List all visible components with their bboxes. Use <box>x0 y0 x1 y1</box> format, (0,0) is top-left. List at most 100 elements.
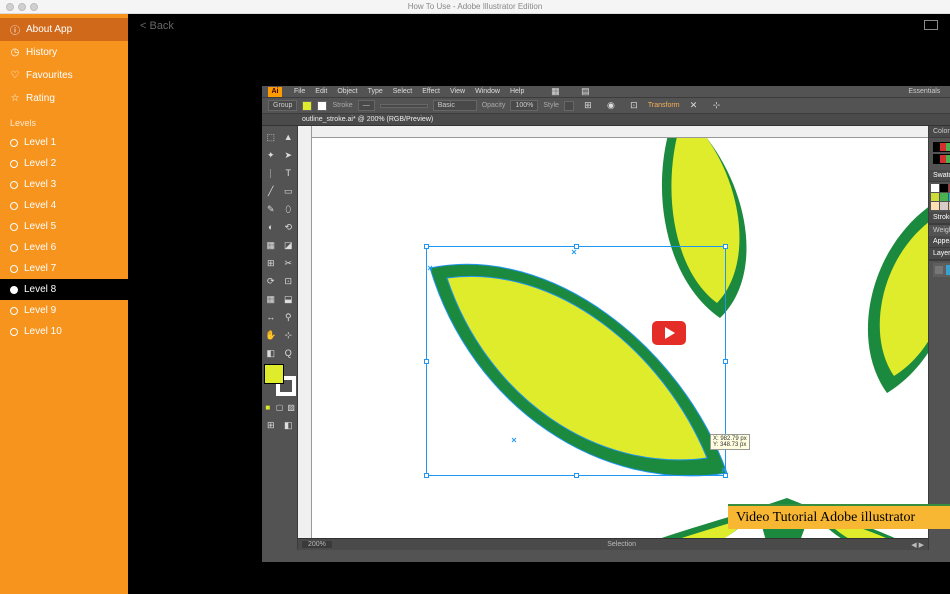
screen-mode-icon[interactable]: ⊞ <box>262 416 280 434</box>
scroll-arrows[interactable]: ◀ ▶ <box>911 541 924 549</box>
nav-rating[interactable]: ☆Rating <box>0 87 128 110</box>
tool-icon[interactable]: ◧ <box>262 344 280 362</box>
fullscreen-icon[interactable] <box>924 20 938 30</box>
nav-about-app[interactable]: ⓘAbout App <box>0 18 128 41</box>
recolor-icon[interactable]: ◉ <box>602 97 620 115</box>
panel-tab-stroke[interactable]: Stroke <box>933 214 950 221</box>
ruler-vertical <box>298 126 312 538</box>
canvas-area[interactable]: X: 982.79 px Y: 348.73 px 200% Selection… <box>298 126 928 550</box>
workspace-switcher[interactable]: Essentials <box>908 88 940 95</box>
swatch[interactable] <box>940 193 948 201</box>
swatches-grid[interactable] <box>929 182 950 212</box>
tool-icon[interactable]: ⟳ <box>262 272 280 290</box>
tool-icon[interactable]: ✦ <box>262 146 280 164</box>
panel-tab-appearance[interactable]: Appearance <box>933 238 950 245</box>
level-9[interactable]: Level 9 <box>0 300 128 321</box>
level-4[interactable]: Level 4 <box>0 195 128 216</box>
artboard[interactable]: X: 982.79 px Y: 348.73 px <box>312 138 928 538</box>
align-icon[interactable]: ⊞ <box>579 97 597 115</box>
menu-edit[interactable]: Edit <box>315 88 327 95</box>
tool-icon[interactable]: ✎ <box>262 200 280 218</box>
back-button[interactable]: < Back <box>140 20 174 32</box>
tool-icon[interactable]: ◐ <box>262 218 280 236</box>
tool-icon[interactable]: ✋ <box>262 326 280 344</box>
maximize-dot[interactable] <box>30 3 38 11</box>
level-8[interactable]: Level 8 <box>0 279 128 300</box>
menu-object[interactable]: Object <box>337 88 357 95</box>
swatch[interactable] <box>940 184 948 192</box>
selection-mode[interactable]: Group <box>268 100 297 111</box>
selection-box[interactable] <box>426 246 726 476</box>
layer-row[interactable]: Layer 1 <box>933 263 950 277</box>
level-10[interactable]: Level 10 <box>0 321 128 342</box>
tool-icon[interactable]: ⊹ <box>280 326 298 344</box>
brush-def-dd[interactable] <box>380 104 428 108</box>
tool-icon[interactable]: ✂ <box>280 254 298 272</box>
menu-help[interactable]: Help <box>510 88 524 95</box>
tool-icon[interactable]: ◪ <box>280 236 298 254</box>
panel-tab-swatches[interactable]: Swatches <box>933 172 950 179</box>
level-5[interactable]: Level 5 <box>0 216 128 237</box>
zoom-level[interactable]: 200% <box>302 541 332 548</box>
tool-icon[interactable]: ↔ <box>262 308 280 326</box>
stroke-weight-dd[interactable]: — <box>358 100 375 111</box>
stroke-swatch[interactable] <box>317 101 327 111</box>
play-button[interactable] <box>652 321 686 345</box>
stroke-style-dd[interactable]: Basic <box>433 100 477 111</box>
tool-icon[interactable]: ⬓ <box>280 290 298 308</box>
transform-link[interactable]: Transform <box>648 102 680 109</box>
fill-stroke-icon[interactable] <box>264 364 296 396</box>
menu-effect[interactable]: Effect <box>422 88 440 95</box>
level-7[interactable]: Level 7 <box>0 258 128 279</box>
tool-icon[interactable]: ⊞ <box>262 254 280 272</box>
panel-tab-layers[interactable]: Layers <box>933 250 950 257</box>
menu-select[interactable]: Select <box>393 88 412 95</box>
close-dot[interactable] <box>6 3 14 11</box>
swatch[interactable] <box>931 193 939 201</box>
tool-icon[interactable]: ⊡ <box>280 272 298 290</box>
draw-mode-icon[interactable]: ■ <box>262 398 274 416</box>
minimize-dot[interactable] <box>18 3 26 11</box>
nav-favourites[interactable]: ♡Favourites <box>0 64 128 87</box>
level-3[interactable]: Level 3 <box>0 174 128 195</box>
draw-mode-icon[interactable]: ▨ <box>285 398 297 416</box>
tool-icon[interactable]: ╱ <box>262 182 280 200</box>
opacity-dd[interactable]: 100% <box>510 100 538 111</box>
tool-icon[interactable]: ▭ <box>280 182 298 200</box>
tool-icon[interactable]: ▦ <box>262 236 280 254</box>
isolate-icon[interactable]: ⊡ <box>625 97 643 115</box>
eye-icon[interactable] <box>935 266 943 274</box>
x-icon[interactable]: ✕ <box>685 97 703 115</box>
ruler-horizontal <box>312 126 928 138</box>
tool-icon[interactable]: Q <box>280 344 298 362</box>
menu-file[interactable]: File <box>294 88 305 95</box>
level-dot-icon <box>10 328 18 336</box>
level-2[interactable]: Level 2 <box>0 153 128 174</box>
level-6[interactable]: Level 6 <box>0 237 128 258</box>
tool-icon[interactable]: T <box>280 164 298 182</box>
tool-icon[interactable]: ｜ <box>262 164 280 182</box>
level-1[interactable]: Level 1 <box>0 132 128 153</box>
document-tab[interactable]: outline_stroke.ai* @ 200% (RGB/Preview) <box>262 114 950 126</box>
style-swatch[interactable] <box>564 101 574 111</box>
menu-type[interactable]: Type <box>368 88 383 95</box>
snap-icon[interactable]: ⊹ <box>708 97 726 115</box>
tool-icon[interactable]: ➤ <box>280 146 298 164</box>
swatch[interactable] <box>940 202 948 210</box>
arrange-icon[interactable]: ▦ <box>546 83 564 101</box>
tool-icon[interactable]: ⬯ <box>280 200 298 218</box>
fill-swatch[interactable] <box>302 101 312 111</box>
draw-mode-icon[interactable]: ▢ <box>274 398 286 416</box>
menu-view[interactable]: View <box>450 88 465 95</box>
tool-icon[interactable]: ▦ <box>262 290 280 308</box>
tool-icon[interactable]: ⚲ <box>280 308 298 326</box>
swatch[interactable] <box>931 202 939 210</box>
panel-tab-color[interactable]: Color <box>933 128 950 135</box>
tool-icon[interactable]: ⬚ <box>262 128 280 146</box>
swatch[interactable] <box>931 184 939 192</box>
screen-mode-icon[interactable]: ◧ <box>280 416 298 434</box>
menu-window[interactable]: Window <box>475 88 500 95</box>
nav-history[interactable]: ◷History <box>0 41 128 64</box>
tool-icon[interactable]: ⟲ <box>280 218 298 236</box>
tool-icon[interactable]: ▲ <box>280 128 298 146</box>
